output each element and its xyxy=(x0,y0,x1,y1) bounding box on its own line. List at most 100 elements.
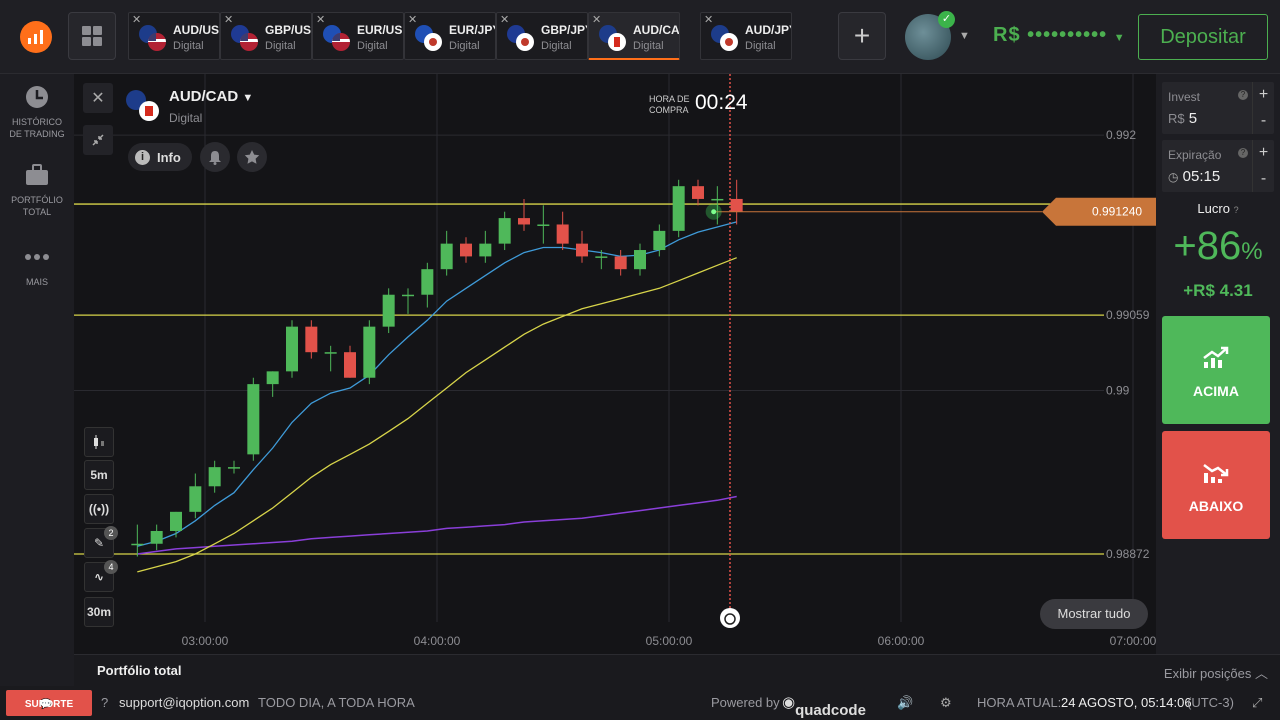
gear-icon[interactable]: ⚙ xyxy=(940,695,952,711)
candle[interactable] xyxy=(344,352,356,378)
sidebar-item-portfolio[interactable]: PORTFÓLIO TOTAL xyxy=(0,162,74,218)
candle[interactable] xyxy=(382,294,395,327)
info-button[interactable]: i Info xyxy=(128,143,192,171)
fullscreen-icon[interactable]: ⤢ xyxy=(1252,695,1262,711)
tab-aud-jpy[interactable]: ✕ AUD/JPY Digital xyxy=(700,12,792,60)
candle[interactable] xyxy=(363,326,376,378)
help-icon[interactable]: ? xyxy=(1238,148,1248,158)
support-button[interactable]: 💬 SUPORTE xyxy=(6,690,92,716)
chart-type-icon[interactable] xyxy=(84,427,114,457)
candle[interactable] xyxy=(711,198,724,201)
candle[interactable] xyxy=(460,243,472,257)
candle[interactable] xyxy=(170,511,182,531)
candle[interactable] xyxy=(286,326,298,372)
candle[interactable] xyxy=(247,384,260,455)
timeframe-button[interactable]: 5m xyxy=(84,460,114,490)
pair-flags xyxy=(139,25,167,51)
candle[interactable] xyxy=(576,243,588,257)
expiration-minus-button[interactable]: - xyxy=(1252,166,1274,192)
tab-aud-usd[interactable]: ✕ AUD/USD Digital xyxy=(128,12,220,60)
tab-eur-jpy[interactable]: ✕ EUR/JPY Digital xyxy=(404,12,496,60)
signal-icon[interactable]: ((•)) xyxy=(84,494,114,524)
asset-selector[interactable]: AUD/CAD ▼ xyxy=(169,88,253,105)
price-chart[interactable]: 03:00:00 04:00:00 05:00:00 06:00:00 07:00:00… xyxy=(74,74,1156,654)
close-chart-icon[interactable]: ✕ xyxy=(83,83,113,113)
candle[interactable] xyxy=(498,218,511,244)
candle[interactable] xyxy=(208,467,221,487)
verified-check-icon: ✓ xyxy=(938,11,955,28)
chart-area[interactable]: 03:00:00 04:00:00 05:00:00 06:00:00 07:00:00… xyxy=(74,74,1156,654)
put-button[interactable]: ABAIXO xyxy=(1162,431,1270,539)
apps-grid-icon[interactable] xyxy=(68,12,116,60)
candle[interactable] xyxy=(305,326,318,353)
us-flag-icon xyxy=(332,33,350,51)
tab-type: Digital xyxy=(449,40,480,52)
candle[interactable] xyxy=(634,250,646,270)
sidebar-item-label: MAIS xyxy=(25,277,48,287)
candle[interactable] xyxy=(479,243,492,257)
clock-icon: ◷ xyxy=(1168,170,1179,184)
candle[interactable] xyxy=(730,198,743,212)
invest-value[interactable]: R$ 5 xyxy=(1168,110,1197,127)
tab-aud-cad[interactable]: ✕ AUD/CAD Digital xyxy=(588,12,680,60)
candle[interactable] xyxy=(324,352,337,354)
y-tick-label: 0.99059 xyxy=(1106,308,1150,322)
x-tick-label: 05:00:00 xyxy=(646,634,693,648)
invest-minus-button[interactable]: - xyxy=(1252,108,1274,134)
speaker-icon[interactable]: 🔊 xyxy=(897,695,913,711)
candle[interactable] xyxy=(440,243,453,270)
x-tick-label: 07:00:00 xyxy=(1110,634,1156,648)
expiration-value[interactable]: ◷ 05:15 xyxy=(1168,168,1220,185)
tab-eur-usd[interactable]: ✕ EUR/USD Digital xyxy=(312,12,404,60)
candle[interactable] xyxy=(150,530,163,544)
candle[interactable] xyxy=(595,256,608,258)
top-bar: ✕ AUD/USD Digital✕ GBP/USD Digital✕ EUR/… xyxy=(0,0,1280,74)
sidebar-item-trading-history[interactable]: HISTÓRICO DE TRADING xyxy=(0,84,74,140)
expiration-field[interactable]: Expiração ? ◷ 05:15 + - xyxy=(1162,140,1274,192)
candle[interactable] xyxy=(556,224,569,244)
candle[interactable] xyxy=(131,543,144,546)
portfolio-label[interactable]: Portfólio total xyxy=(97,663,182,678)
balance-display[interactable]: R$ •••••••••• ▼ xyxy=(993,24,1126,47)
candle[interactable] xyxy=(653,230,666,251)
candle[interactable] xyxy=(189,486,202,512)
candle[interactable] xyxy=(402,294,414,297)
collapse-icon[interactable] xyxy=(83,125,113,155)
asset-symbol: AUD/CAD xyxy=(169,88,239,105)
candle[interactable] xyxy=(228,467,240,469)
sidebar-item-more[interactable]: MAIS xyxy=(0,244,74,288)
drawings-count-badge: 2 xyxy=(104,526,118,540)
portfolio-bar[interactable]: Portfólio total Exibir posições ︿ xyxy=(74,654,1280,686)
bell-icon[interactable] xyxy=(200,142,230,172)
call-button[interactable]: ACIMA xyxy=(1162,316,1270,424)
help-icon[interactable]: ? xyxy=(1238,90,1248,100)
stopwatch-icon[interactable] xyxy=(720,608,740,628)
sidebar-item-label: HISTÓRICO DE TRADING xyxy=(9,117,65,139)
show-positions-button[interactable]: Exibir posições ︿ xyxy=(1164,663,1268,682)
deposit-button[interactable]: Depositar xyxy=(1138,14,1268,60)
candle[interactable] xyxy=(537,224,550,226)
jp-flag-icon xyxy=(424,33,442,51)
tab-gbp-jpy[interactable]: ✕ GBP/JPY Digital xyxy=(496,12,588,60)
candle[interactable] xyxy=(614,256,627,270)
iqoption-logo[interactable] xyxy=(20,21,52,53)
y-tick-label: 0.992 xyxy=(1106,128,1136,142)
profit-percent-value: +86 xyxy=(1173,224,1242,268)
expiration-plus-button[interactable]: + xyxy=(1252,140,1274,166)
star-icon[interactable] xyxy=(237,142,267,172)
avatar[interactable]: ✓ xyxy=(905,11,955,60)
candle[interactable] xyxy=(266,371,279,385)
show-all-button[interactable]: Mostrar tudo xyxy=(1040,599,1148,629)
candle[interactable] xyxy=(518,218,530,225)
period-button[interactable]: 30m xyxy=(84,597,114,627)
candle[interactable] xyxy=(672,186,685,231)
add-asset-button[interactable]: + xyxy=(838,12,886,60)
support-email[interactable]: support@iqoption.com xyxy=(119,695,249,710)
chevron-down-icon[interactable]: ▼ xyxy=(959,30,970,42)
candle[interactable] xyxy=(421,269,434,295)
y-tick-label: 0.99 xyxy=(1106,384,1130,398)
tab-gbp-usd[interactable]: ✕ GBP/USD Digital xyxy=(220,12,312,60)
invest-plus-button[interactable]: + xyxy=(1252,82,1274,108)
candle[interactable] xyxy=(692,186,704,199)
invest-field[interactable]: Invest ? R$ 5 + - xyxy=(1162,82,1274,134)
